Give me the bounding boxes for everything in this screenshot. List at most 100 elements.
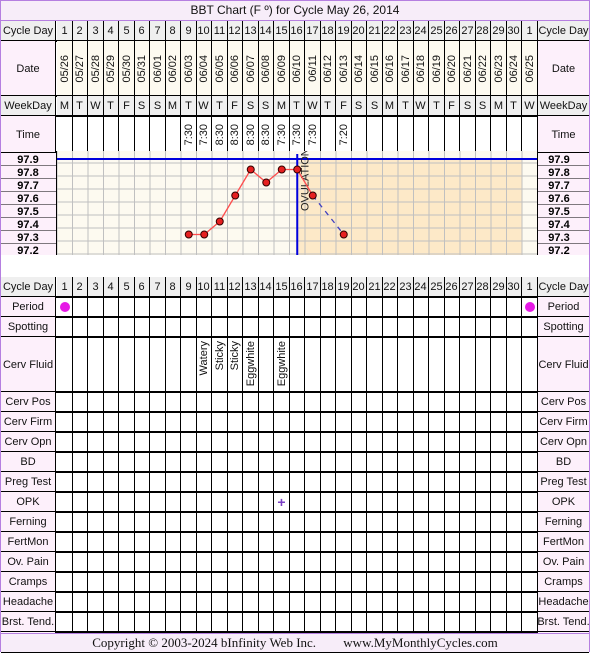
cerv-firm-cell[interactable] (491, 412, 507, 432)
opk-cell[interactable] (290, 492, 305, 512)
headache-cell[interactable] (57, 592, 73, 612)
fertmon-cell[interactable] (507, 532, 522, 552)
cycle-day-lower-cell[interactable]: 1 (522, 277, 538, 297)
preg-test-cell[interactable] (414, 472, 429, 492)
preg-test-cell[interactable] (150, 472, 166, 492)
time-cell[interactable] (491, 116, 507, 153)
bd-cell[interactable] (290, 452, 305, 472)
cerv-fluid-cell[interactable] (367, 337, 383, 392)
fertmon-cell[interactable] (166, 532, 181, 552)
ov-pain-cell[interactable] (119, 552, 135, 572)
cerv-fluid-cell[interactable]: Eggwhite (243, 337, 259, 392)
cycle-day-cell[interactable]: 12 (227, 21, 243, 41)
cerv-pos-cell[interactable] (228, 392, 243, 412)
cramps-cell[interactable] (336, 572, 352, 592)
time-cell[interactable]: 8:30 (259, 116, 274, 153)
fertmon-cell[interactable] (414, 532, 429, 552)
cerv-fluid-cell[interactable] (321, 337, 336, 392)
time-cell[interactable] (321, 116, 336, 153)
cycle-day-cell[interactable]: 13 (243, 21, 259, 41)
preg-test-cell[interactable] (243, 472, 259, 492)
date-cell[interactable]: 05/31 (134, 41, 150, 96)
ferning-cell[interactable] (290, 512, 305, 532)
ferning-cell[interactable] (352, 512, 367, 532)
cerv-fluid-cell[interactable]: Sticky (212, 337, 228, 392)
fertmon-cell[interactable] (135, 532, 150, 552)
cycle-day-cell[interactable]: 14 (258, 21, 274, 41)
bd-cell[interactable] (73, 452, 88, 472)
spotting-cell[interactable] (383, 317, 398, 337)
brst-tend-cell[interactable] (352, 612, 367, 632)
cramps-cell[interactable] (150, 572, 166, 592)
cerv-pos-cell[interactable] (243, 392, 259, 412)
cerv-firm-cell[interactable] (305, 412, 321, 432)
date-cell[interactable]: 06/16 (382, 41, 398, 96)
bd-cell[interactable] (150, 452, 166, 472)
weekday-cell[interactable]: T (181, 96, 197, 116)
brst-tend-cell[interactable] (135, 612, 150, 632)
cerv-opn-cell[interactable] (507, 432, 522, 452)
weekday-cell[interactable]: F (227, 96, 243, 116)
fertmon-cell[interactable] (460, 532, 476, 552)
opk-cell[interactable] (460, 492, 476, 512)
ferning-cell[interactable] (305, 512, 321, 532)
weekday-cell[interactable]: W (305, 96, 321, 116)
ov-pain-cell[interactable] (104, 552, 119, 572)
date-cell[interactable]: 06/18 (413, 41, 429, 96)
brst-tend-cell[interactable] (367, 612, 383, 632)
time-cell[interactable] (383, 116, 398, 153)
period-cell[interactable] (290, 297, 305, 317)
cerv-firm-cell[interactable] (119, 412, 135, 432)
cerv-fluid-cell[interactable] (352, 337, 367, 392)
cycle-day-lower-cell[interactable]: 9 (181, 277, 197, 297)
weekday-cell[interactable]: W (522, 96, 538, 116)
date-cell[interactable]: 06/08 (258, 41, 274, 96)
fertmon-cell[interactable] (290, 532, 305, 552)
weekday-cell[interactable]: S (475, 96, 491, 116)
site-link[interactable]: www.MyMonthlyCycles.com (343, 635, 497, 650)
opk-cell[interactable] (135, 492, 150, 512)
cycle-day-lower-cell[interactable]: 18 (320, 277, 336, 297)
headache-cell[interactable] (491, 592, 507, 612)
preg-test-cell[interactable] (476, 472, 491, 492)
cerv-firm-cell[interactable] (259, 412, 274, 432)
ov-pain-cell[interactable] (460, 552, 476, 572)
cerv-opn-cell[interactable] (197, 432, 212, 452)
cycle-day-cell[interactable]: 23 (398, 21, 414, 41)
preg-test-cell[interactable] (197, 472, 212, 492)
cerv-pos-cell[interactable] (290, 392, 305, 412)
time-cell[interactable] (104, 116, 119, 153)
brst-tend-cell[interactable] (104, 612, 119, 632)
date-cell[interactable]: 06/25 (522, 41, 538, 96)
time-cell[interactable] (166, 116, 181, 153)
fertmon-cell[interactable] (445, 532, 460, 552)
cerv-firm-cell[interactable] (321, 412, 336, 432)
ferning-cell[interactable] (57, 512, 73, 532)
opk-cell[interactable] (181, 492, 197, 512)
preg-test-cell[interactable] (398, 472, 414, 492)
opk-cell[interactable] (491, 492, 507, 512)
cerv-pos-cell[interactable] (212, 392, 228, 412)
headache-cell[interactable] (429, 592, 445, 612)
weekday-cell[interactable]: S (258, 96, 274, 116)
weekday-cell[interactable]: T (103, 96, 119, 116)
cerv-firm-cell[interactable] (460, 412, 476, 432)
time-cell[interactable]: 7:30 (197, 116, 212, 153)
date-cell[interactable]: 06/06 (227, 41, 243, 96)
cerv-pos-cell[interactable] (150, 392, 166, 412)
weekday-cell[interactable]: T (212, 96, 228, 116)
brst-tend-cell[interactable] (321, 612, 336, 632)
ov-pain-cell[interactable] (336, 552, 352, 572)
cerv-opn-cell[interactable] (522, 432, 538, 452)
cerv-fluid-cell[interactable] (460, 337, 476, 392)
cerv-firm-cell[interactable] (352, 412, 367, 432)
brst-tend-cell[interactable] (73, 612, 88, 632)
time-cell[interactable] (73, 116, 88, 153)
brst-tend-cell[interactable] (228, 612, 243, 632)
spotting-cell[interactable] (150, 317, 166, 337)
cerv-firm-cell[interactable] (181, 412, 197, 432)
date-cell[interactable]: 06/12 (320, 41, 336, 96)
preg-test-cell[interactable] (321, 472, 336, 492)
cycle-day-lower-cell[interactable]: 27 (460, 277, 476, 297)
cerv-firm-cell[interactable] (476, 412, 491, 432)
